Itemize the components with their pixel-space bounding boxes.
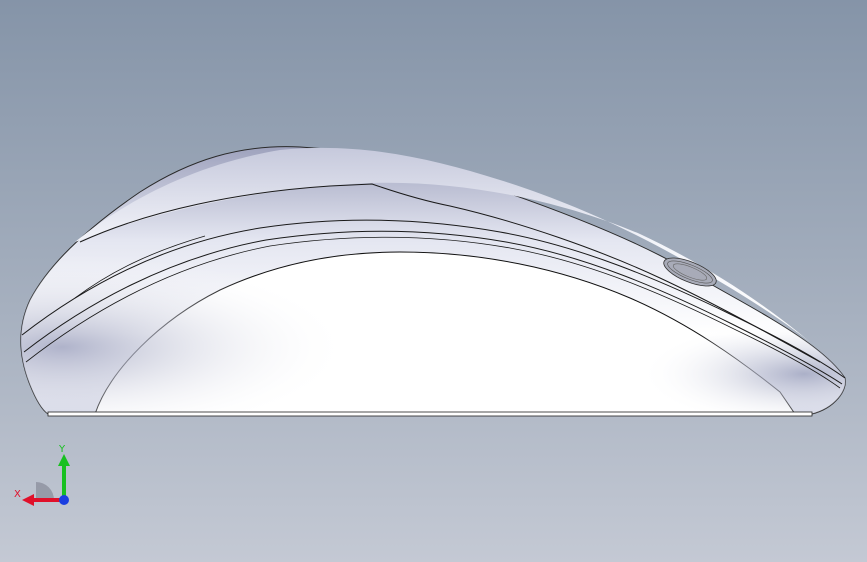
z-axis-dot [59, 495, 69, 505]
y-axis-label: Y [58, 444, 66, 455]
graphics-viewport[interactable]: Y X [0, 0, 867, 562]
mouse-model[interactable] [0, 0, 867, 562]
x-axis-label: X [14, 489, 21, 500]
base-plate [47, 411, 813, 417]
orientation-triad: Y X [14, 444, 70, 506]
